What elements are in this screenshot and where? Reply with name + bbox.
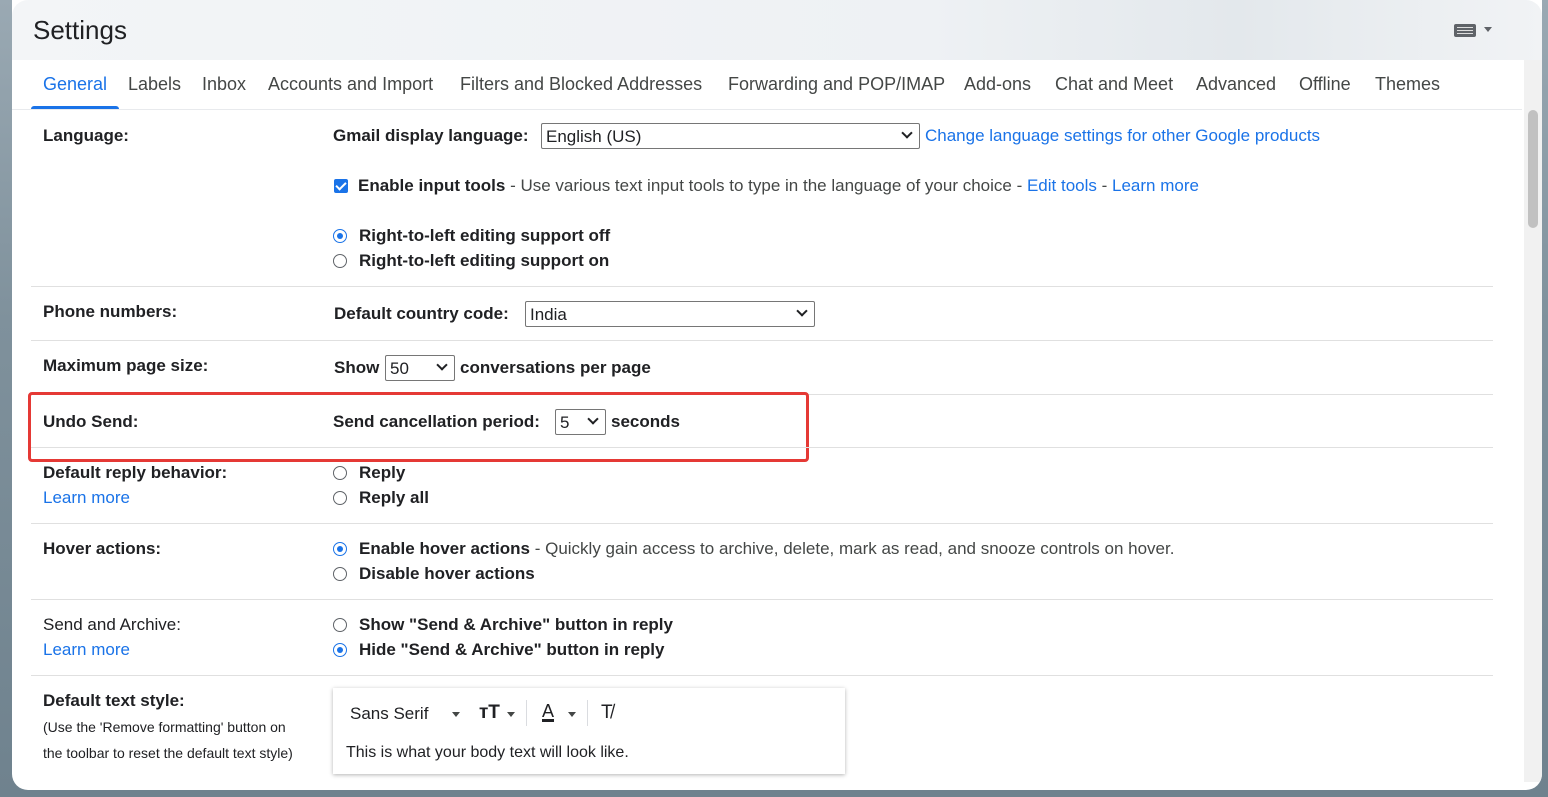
tab-offline[interactable]: Offline [1299,74,1351,95]
chevron-down-icon[interactable] [568,712,576,717]
divider [31,447,1493,448]
tab-forwarding[interactable]: Forwarding and POP/IMAP [728,74,945,95]
language-label: Language: [43,126,129,145]
scrollbar[interactable] [1524,60,1542,782]
country-code-label: Default country code: [334,304,509,323]
disable-hover-radio[interactable] [333,567,347,581]
tab-accounts-and-import[interactable]: Accounts and Import [268,74,433,95]
text-style-label: Default text style: [43,691,185,710]
page-size-suffix: conversations per page [460,358,651,377]
edit-tools-link[interactable]: Edit tools [1027,176,1097,195]
enable-hover-label: Enable hover actions [359,539,530,558]
chevron-down-icon[interactable] [1484,27,1492,32]
divider [31,675,1493,676]
tab-labels[interactable]: Labels [128,74,181,95]
rtl-on-label: Right-to-left editing support on [359,251,610,270]
send-archive-label: Send and Archive: [43,615,181,634]
font-size-icon[interactable]: тT [479,702,500,724]
show-send-archive-label: Show "Send & Archive" button in reply [359,615,673,634]
text-style-note-1: (Use the 'Remove formatting' button on [43,719,286,735]
tab-general[interactable]: General [43,74,107,95]
highlight-box [28,392,809,462]
display-language-select[interactable]: English (US) [541,123,920,149]
tab-inbox[interactable]: Inbox [202,74,246,95]
text-style-note-2: the toolbar to reset the default text st… [43,745,293,761]
page-title: Settings [33,15,127,45]
send-archive-learn-more-link[interactable]: Learn more [43,640,130,660]
top-bar: Settings [12,0,1542,60]
text-color-icon[interactable]: A [542,701,554,722]
tab-chat-and-meet[interactable]: Chat and Meet [1055,74,1173,95]
show-label: Show [334,358,380,377]
divider [31,523,1493,524]
max-page-size-label: Maximum page size: [43,356,209,375]
rtl-off-label: Right-to-left editing support off [359,226,611,245]
tab-filters[interactable]: Filters and Blocked Addresses [460,74,702,95]
display-language-label: Gmail display language: [333,126,529,145]
dash-separator: - [1096,176,1113,195]
phone-numbers-label: Phone numbers: [43,302,178,321]
tab-advanced[interactable]: Advanced [1196,74,1276,95]
chevron-down-icon[interactable] [507,712,515,717]
toolbar-divider [526,700,527,726]
settings-tabs: General Labels Inbox Accounts and Import… [12,60,1522,110]
toolbar-divider [587,700,588,726]
input-tools-label: Enable input tools [358,176,506,195]
hide-send-archive-radio[interactable] [333,643,347,657]
reply-learn-more-link[interactable]: Learn more [43,488,130,508]
hide-send-archive-label: Hide "Send & Archive" button in reply [359,640,665,659]
divider [31,286,1493,287]
text-style-editor: Sans Serif тT A T̸ This is what your bod… [333,688,845,774]
tab-add-ons[interactable]: Add-ons [964,74,1031,95]
reply-radio[interactable] [333,466,347,480]
enable-hover-radio[interactable] [333,542,347,556]
disable-hover-label: Disable hover actions [359,564,535,583]
remove-formatting-icon[interactable]: T̸ [601,702,613,724]
keyboard-icon[interactable] [1454,24,1476,37]
reply-all-option-label: Reply all [359,488,429,507]
input-tools-checkbox[interactable] [334,179,348,193]
enable-hover-desc: - Quickly gain access to archive, delete… [530,539,1175,558]
font-family-dropdown[interactable]: Sans Serif [350,704,428,724]
scrollbar-thumb[interactable] [1528,110,1538,228]
sample-text: This is what your body text will look li… [346,744,629,761]
rtl-off-radio[interactable] [333,229,347,243]
reply-option-label: Reply [359,463,406,482]
rtl-on-radio[interactable] [333,254,347,268]
hover-actions-label: Hover actions: [43,539,162,558]
reply-behavior-label: Default reply behavior: [43,463,228,482]
change-language-link[interactable]: Change language settings for other Googl… [925,126,1320,146]
page-size-select[interactable]: 50 [385,355,455,381]
tab-themes[interactable]: Themes [1375,74,1440,95]
chevron-down-icon[interactable] [452,712,460,717]
reply-all-radio[interactable] [333,491,347,505]
input-tools-row: Enable input tools - Use various text in… [358,176,1199,196]
divider [31,599,1493,600]
settings-content: Language: Gmail display language: Englis… [12,110,1512,790]
settings-panel: Settings General Labels Inbox Accounts a… [12,0,1542,790]
divider [31,340,1493,341]
input-tools-desc: - Use various text input tools to type i… [505,176,1027,195]
show-send-archive-radio[interactable] [333,618,347,632]
active-tab-indicator [31,106,119,109]
input-tools-learn-more-link[interactable]: Learn more [1112,176,1199,195]
enable-hover-row: Enable hover actions - Quickly gain acce… [359,539,1174,559]
country-code-select[interactable]: India [525,301,815,327]
